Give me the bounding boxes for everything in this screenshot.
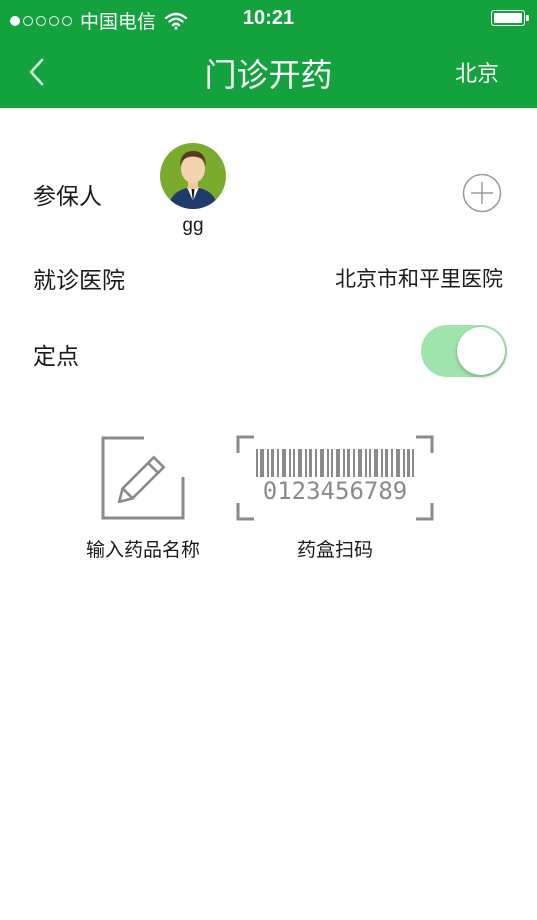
barcode-scan-icon[interactable]: 0123456789 <box>236 435 434 521</box>
app-header: 中国电信 10:21 门诊开药 北京 <box>0 0 537 108</box>
pencil-edit-icon[interactable] <box>100 435 186 521</box>
nav-bar: 门诊开药 北京 <box>0 36 537 108</box>
hospital-value[interactable]: 北京市和平里医院 <box>335 263 503 293</box>
city-selector[interactable]: 北京 <box>455 56 499 88</box>
battery-fill <box>494 13 522 23</box>
battery-icon <box>491 10 529 26</box>
input-drug-name-label[interactable]: 输入药品名称 <box>70 535 216 562</box>
barcode-number: 0123456789 <box>263 477 408 505</box>
designated-label: 定点 <box>33 344 79 370</box>
hospital-label: 就诊医院 <box>33 268 125 294</box>
status-bar: 中国电信 10:21 <box>0 0 537 36</box>
insured-label: 参保人 <box>33 184 102 210</box>
toggle-knob <box>457 327 505 375</box>
scan-drug-box-label[interactable]: 药盒扫码 <box>256 535 414 562</box>
status-time: 10:21 <box>242 7 295 29</box>
user-avatar-icon[interactable] <box>160 143 226 209</box>
designated-toggle[interactable] <box>421 325 507 377</box>
plus-circle-icon[interactable] <box>462 173 502 213</box>
member-name: gg <box>182 215 204 236</box>
